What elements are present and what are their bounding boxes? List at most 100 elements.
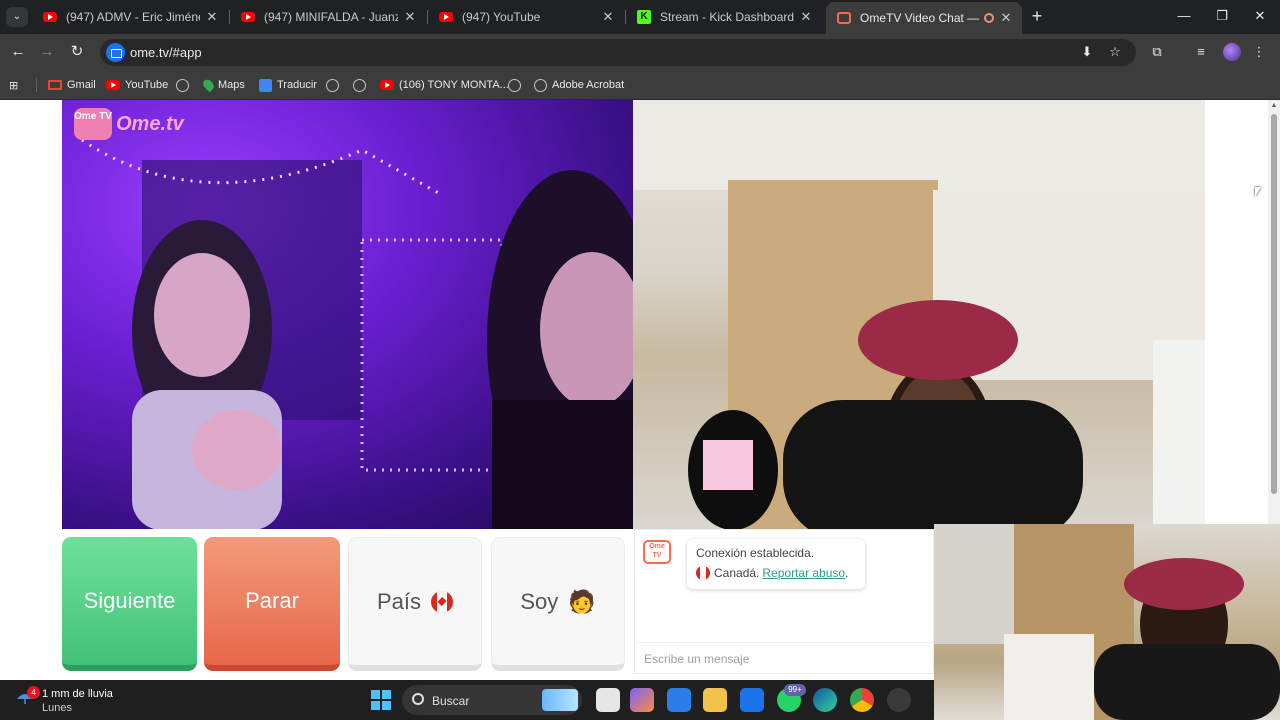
search-icon: [412, 693, 424, 705]
gender-button-label: Soy: [520, 588, 559, 614]
next-button[interactable]: Siguiente: [62, 537, 197, 671]
close-icon[interactable]: ✕: [204, 9, 220, 25]
webcam-overlay-scene: [934, 524, 1280, 720]
weather-widget[interactable]: 4 1 mm de lluvia Lunes: [14, 686, 174, 716]
bookmark-star-icon[interactable]: ☆: [1106, 43, 1124, 61]
browser-toolbar: ← → ↻ ome.tv/#app ⬇ ☆ ⧉ ≡ ⋮: [0, 34, 1280, 70]
back-arrow-icon[interactable]: ←: [8, 42, 28, 62]
file-explorer-icon[interactable]: [703, 688, 727, 712]
media-controls-icon[interactable]: ≡: [1192, 43, 1210, 61]
settings-gear-icon[interactable]: [887, 688, 911, 712]
task-view-icon[interactable]: [596, 688, 620, 712]
store-icon[interactable]: [667, 688, 691, 712]
bookmark-gmail[interactable]: Gmail: [48, 76, 96, 94]
bookmark-maps[interactable]: Maps: [201, 76, 245, 94]
stranger-video-scene: [81, 138, 633, 529]
self-video: [633, 100, 1205, 529]
translate-icon: [259, 78, 272, 92]
install-app-icon[interactable]: ⬇: [1078, 43, 1096, 61]
tab-title: (947) YouTube: [462, 10, 541, 24]
tab-kick-dashboard[interactable]: K Stream - Kick Dashboard ✕: [626, 4, 822, 30]
bookmark-youtube[interactable]: YouTube: [106, 76, 168, 94]
mouse-cursor-icon: [1255, 187, 1261, 197]
whatsapp-badge: 99+: [784, 684, 806, 696]
report-abuse-link[interactable]: Reportar abuso: [762, 566, 845, 580]
stranger-video: [62, 100, 633, 529]
edge-icon[interactable]: [813, 688, 837, 712]
close-icon[interactable]: ✕: [998, 10, 1014, 26]
close-icon[interactable]: ✕: [402, 9, 418, 25]
chrome-icon[interactable]: [850, 688, 874, 712]
minimize-icon[interactable]: —: [1174, 8, 1194, 23]
search-highlight-image: [542, 689, 578, 711]
restore-icon[interactable]: ❐: [1212, 8, 1232, 24]
system-message: Conexión establecida. Canadá. Reportar a…: [687, 539, 865, 589]
stranger-country: Canadá.: [714, 566, 760, 580]
self-video-scene: [633, 100, 1205, 529]
bookmark-traducir[interactable]: Traducir: [259, 76, 317, 94]
taskbar-search[interactable]: Buscar: [402, 685, 582, 715]
globe-icon: [508, 78, 521, 92]
close-window-icon[interactable]: ✕: [1250, 8, 1270, 24]
report-suffix: .: [845, 566, 849, 580]
tab-title: (947) ADMV - Eric Jiménez, Dan: [66, 10, 200, 24]
globe-icon: [353, 78, 366, 92]
tab-ometv[interactable]: OmeTV Video Chat — Ome ✕: [826, 2, 1022, 34]
gender-button[interactable]: Soy 🧑: [491, 537, 625, 671]
chat-panel: Ome TV Conexión establecida. Canadá. Repo…: [634, 529, 935, 674]
reload-icon[interactable]: ↻: [67, 42, 87, 62]
url-text[interactable]: ome.tv/#app: [130, 45, 202, 60]
tab-youtube-home[interactable]: (947) YouTube ✕: [428, 4, 624, 30]
country-button[interactable]: País: [348, 537, 482, 671]
weather-badge: 4: [27, 686, 40, 699]
bookmark-globe-2[interactable]: [326, 76, 344, 94]
bookmark-globe-3[interactable]: [353, 76, 371, 94]
close-icon[interactable]: ✕: [798, 9, 814, 25]
person-icon: 🧑: [568, 588, 596, 614]
scroll-up-icon[interactable]: ▲: [1270, 102, 1278, 109]
next-button-label: Siguiente: [83, 588, 176, 613]
tab-search-button[interactable]: ⌄: [6, 7, 28, 27]
menu-kebab-icon[interactable]: ⋮: [1250, 43, 1268, 61]
maps-icon: [201, 77, 216, 93]
windows-start-icon[interactable]: [371, 690, 391, 710]
scrollbar-thumb[interactable]: [1271, 114, 1277, 494]
bookmark-globe-1[interactable]: [176, 76, 194, 94]
profile-avatar[interactable]: [1223, 43, 1241, 61]
connection-status: Conexión establecida.: [696, 546, 815, 560]
canada-flag-icon: [431, 590, 454, 613]
tab-title: (947) MINIFALDA - Juanzzo, Eric: [264, 10, 398, 24]
close-icon[interactable]: ✕: [600, 9, 616, 25]
tab-strip: ⌄ (947) ADMV - Eric Jiménez, Dan ✕ (947)…: [0, 0, 1280, 34]
globe-icon: [534, 78, 547, 92]
azure-icon[interactable]: [740, 688, 764, 712]
apps-grid-icon[interactable]: ⊞: [9, 76, 18, 94]
site-info-icon[interactable]: [106, 43, 125, 62]
bookmark-tony-montana[interactable]: (106) TONY MONTA...: [380, 76, 509, 94]
bookmark-label: (106) TONY MONTA...: [399, 79, 509, 91]
forward-arrow-icon[interactable]: →: [37, 42, 57, 62]
canada-flag-icon: [696, 566, 710, 580]
bookmark-label: Gmail: [67, 79, 96, 91]
tab-youtube-admv[interactable]: (947) ADMV - Eric Jiménez, Dan ✕: [32, 4, 228, 30]
message-input[interactable]: Escribe un mensaje: [635, 642, 935, 673]
new-tab-button[interactable]: +: [1028, 6, 1046, 27]
youtube-icon: [240, 9, 256, 25]
bookmark-adobe-acrobat[interactable]: Adobe Acrobat: [534, 76, 624, 94]
copilot-icon[interactable]: [630, 688, 654, 712]
bookmark-globe-4[interactable]: [508, 76, 526, 94]
stop-button-label: Parar: [245, 588, 299, 613]
stop-button[interactable]: Parar: [204, 537, 340, 671]
tab-youtube-minifalda[interactable]: (947) MINIFALDA - Juanzzo, Eric ✕: [230, 4, 426, 30]
recording-icon: [984, 13, 994, 23]
kick-icon: K: [636, 9, 652, 25]
youtube-icon: [438, 9, 454, 25]
tab-title: OmeTV Video Chat — Ome: [860, 11, 980, 25]
ometv-chat-icon: Ome TV: [643, 540, 671, 564]
windows-taskbar: 4 1 mm de lluvia Lunes Buscar 99+: [0, 680, 934, 720]
extensions-icon[interactable]: ⧉: [1148, 43, 1166, 61]
globe-icon: [326, 78, 339, 92]
globe-icon: [176, 78, 189, 92]
tab-title: Stream - Kick Dashboard: [660, 10, 794, 24]
address-bar[interactable]: ome.tv/#app: [100, 39, 1136, 66]
